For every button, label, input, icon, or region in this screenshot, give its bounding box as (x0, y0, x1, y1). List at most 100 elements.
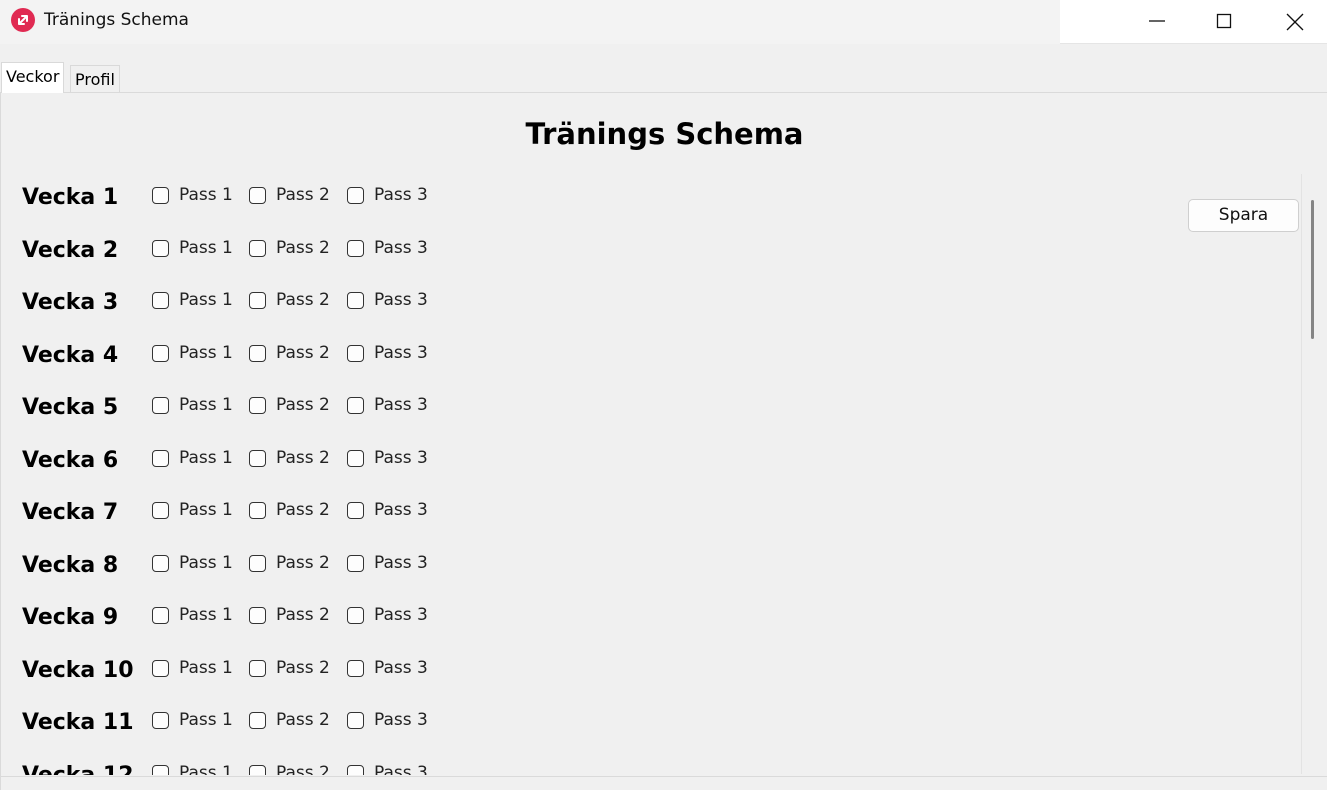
checkbox-box[interactable] (152, 712, 169, 729)
tab-strip: Veckor Profil (0, 44, 1327, 93)
checkbox-box[interactable] (152, 187, 169, 204)
checkbox-label: Pass 2 (276, 710, 330, 730)
checkbox-box[interactable] (249, 502, 266, 519)
checkbox-box[interactable] (347, 712, 364, 729)
checkbox-box[interactable] (152, 345, 169, 362)
checkbox-box[interactable] (249, 765, 266, 775)
checkbox-label: Pass 2 (276, 290, 330, 310)
checkbox-label: Pass 2 (276, 343, 330, 363)
checkbox-box[interactable] (152, 292, 169, 309)
tab-profil[interactable]: Profil (70, 65, 120, 92)
checkbox-box[interactable] (347, 187, 364, 204)
minimize-button[interactable] (1122, 0, 1192, 44)
save-button[interactable]: Spara (1188, 199, 1299, 232)
content-divider (1, 776, 1327, 777)
checkbox-box[interactable] (152, 555, 169, 572)
week-label: Vecka 1 (22, 185, 119, 210)
checkbox-box[interactable] (249, 607, 266, 624)
week-label: Vecka 12 (22, 763, 134, 775)
checkbox-label: Pass 2 (276, 448, 330, 468)
checkbox-label: Pass 1 (179, 500, 233, 520)
week-label: Vecka 9 (22, 605, 119, 630)
checkbox-label: Pass 1 (179, 343, 233, 363)
minimize-icon (1149, 20, 1165, 22)
checkbox-label: Pass 3 (374, 185, 428, 205)
checkbox-label: Pass 2 (276, 500, 330, 520)
checkbox-label: Pass 2 (276, 658, 330, 678)
week-row: Vecka 2 Pass 1 Pass 2 Pass 3 (22, 234, 482, 274)
checkbox-label: Pass 1 (179, 448, 233, 468)
week-row: Vecka 12 Pass 1 Pass 2 Pass 3 (22, 759, 482, 775)
maximize-button[interactable] (1190, 0, 1260, 44)
checkbox-label: Pass 3 (374, 290, 428, 310)
checkbox-label: Pass 2 (276, 605, 330, 625)
checkbox-box[interactable] (152, 660, 169, 677)
checkbox-box[interactable] (152, 765, 169, 775)
checkbox-label: Pass 2 (276, 553, 330, 573)
checkbox-box[interactable] (249, 397, 266, 414)
close-button[interactable] (1260, 0, 1327, 44)
checkbox-box[interactable] (152, 397, 169, 414)
checkbox-box[interactable] (152, 607, 169, 624)
checkbox-label: Pass 3 (374, 763, 428, 775)
tab-content-veckor: Tränings Schema Vecka 1 Pass 1 Pass 2 Pass … (0, 93, 1327, 790)
checkbox-label: Pass 1 (179, 238, 233, 258)
checkbox-box[interactable] (347, 450, 364, 467)
checkbox-box[interactable] (152, 502, 169, 519)
week-label: Vecka 7 (22, 500, 119, 525)
checkbox-label: Pass 3 (374, 448, 428, 468)
week-row: Vecka 1 Pass 1 Pass 2 Pass 3 (22, 181, 482, 221)
checkbox-box[interactable] (249, 660, 266, 677)
checkbox-label: Pass 2 (276, 185, 330, 205)
checkbox-label: Pass 1 (179, 710, 233, 730)
week-label: Vecka 2 (22, 238, 119, 263)
checkbox-box[interactable] (249, 450, 266, 467)
checkbox-label: Pass 1 (179, 658, 233, 678)
week-row: Vecka 5 Pass 1 Pass 2 Pass 3 (22, 391, 482, 431)
checkbox-label: Pass 3 (374, 500, 428, 520)
week-row: Vecka 11 Pass 1 Pass 2 Pass 3 (22, 706, 482, 746)
checkbox-box[interactable] (347, 240, 364, 257)
week-label: Vecka 6 (22, 448, 119, 473)
close-icon (1286, 13, 1304, 31)
week-label: Vecka 11 (22, 710, 134, 735)
week-row: Vecka 4 Pass 1 Pass 2 Pass 3 (22, 339, 482, 379)
checkbox-box[interactable] (347, 607, 364, 624)
scrollbar-thumb[interactable] (1311, 200, 1314, 339)
checkbox-box[interactable] (249, 240, 266, 257)
week-row: Vecka 8 Pass 1 Pass 2 Pass 3 (22, 549, 482, 589)
checkbox-label: Pass 1 (179, 395, 233, 415)
checkbox-box[interactable] (347, 292, 364, 309)
checkbox-label: Pass 1 (179, 290, 233, 310)
app-logo-icon (11, 8, 35, 32)
checkbox-box[interactable] (249, 555, 266, 572)
checkbox-box[interactable] (249, 187, 266, 204)
scrollbar-track[interactable] (1301, 174, 1302, 774)
checkbox-label: Pass 3 (374, 343, 428, 363)
week-row: Vecka 10 Pass 1 Pass 2 Pass 3 (22, 654, 482, 694)
checkbox-label: Pass 1 (179, 185, 233, 205)
checkbox-label: Pass 1 (179, 605, 233, 625)
checkbox-box[interactable] (249, 292, 266, 309)
checkbox-label: Pass 1 (179, 763, 233, 775)
checkbox-label: Pass 3 (374, 605, 428, 625)
checkbox-box[interactable] (347, 397, 364, 414)
week-label: Vecka 8 (22, 553, 119, 578)
week-row: Vecka 9 Pass 1 Pass 2 Pass 3 (22, 601, 482, 641)
checkbox-box[interactable] (152, 450, 169, 467)
checkbox-box[interactable] (249, 345, 266, 362)
maximize-icon (1216, 13, 1232, 29)
tab-veckor[interactable]: Veckor (1, 62, 65, 93)
checkbox-box[interactable] (347, 555, 364, 572)
week-list[interactable]: Vecka 1 Pass 1 Pass 2 Pass 3 Vecka 2 Pass 1 Pa… (22, 181, 482, 775)
checkbox-box[interactable] (249, 712, 266, 729)
app-window: Tränings Schema Veckor Profil Tränings S… (0, 0, 1327, 790)
checkbox-box[interactable] (347, 765, 364, 775)
checkbox-label: Pass 3 (374, 553, 428, 573)
checkbox-box[interactable] (347, 345, 364, 362)
checkbox-label: Pass 3 (374, 238, 428, 258)
checkbox-label: Pass 2 (276, 395, 330, 415)
checkbox-box[interactable] (152, 240, 169, 257)
checkbox-box[interactable] (347, 660, 364, 677)
checkbox-box[interactable] (347, 502, 364, 519)
